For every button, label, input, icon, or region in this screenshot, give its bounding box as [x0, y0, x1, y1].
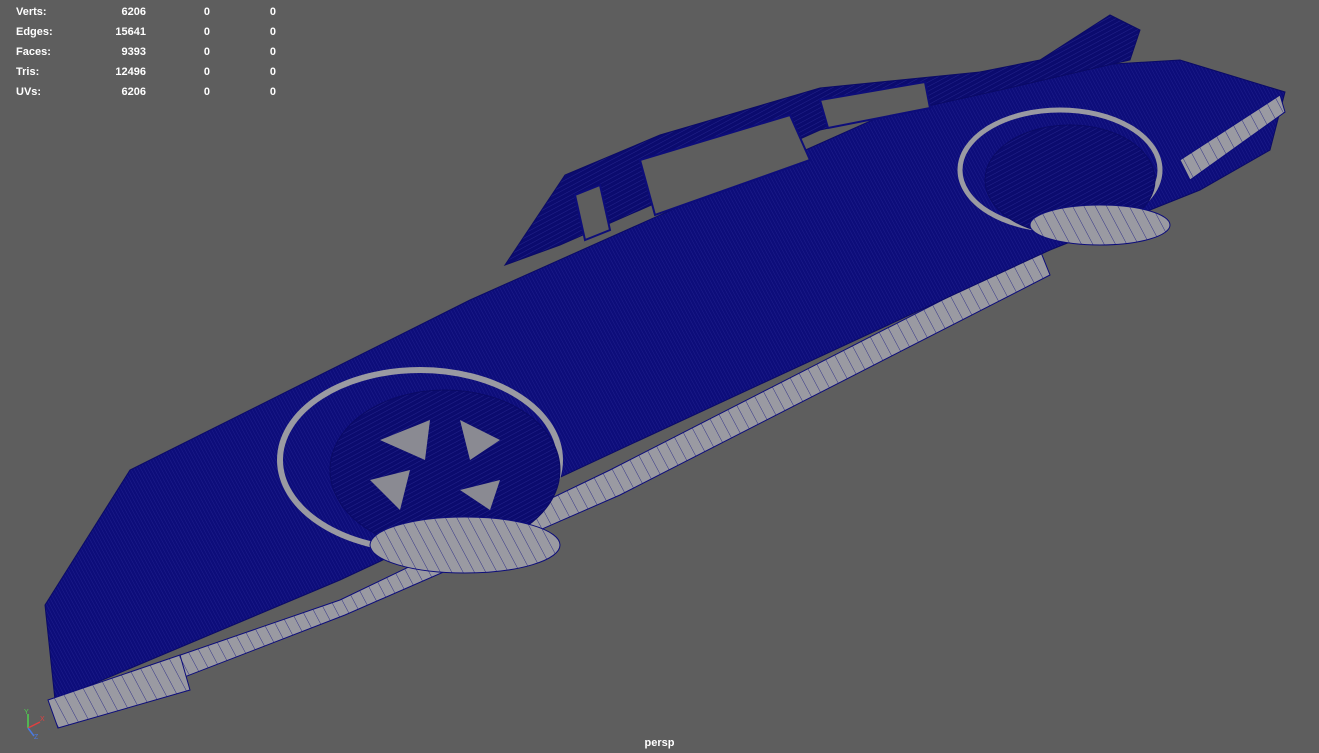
hud-row-uvs: UVs: 6206 0 0 — [16, 82, 276, 102]
hud-label: Verts: — [16, 6, 47, 18]
hud-label: Faces: — [16, 46, 51, 58]
hud-value: 0 — [203, 6, 210, 18]
hud-value: 0 — [269, 46, 276, 58]
hud-row-verts: Verts: 6206 0 0 — [16, 2, 276, 22]
hud-value: 15641 — [115, 26, 146, 38]
hud-value: 0 — [203, 26, 210, 38]
hud-label: UVs: — [16, 86, 42, 98]
perspective-viewport[interactable]: Verts: 6206 0 0 Edges: 15641 0 0 Faces: … — [0, 0, 1319, 753]
hud-value: 0 — [203, 66, 210, 78]
hud-value: 0 — [269, 26, 276, 38]
hud-row-tris: Tris: 12496 0 0 — [16, 62, 276, 82]
front-tire-bottom — [369, 516, 561, 574]
hud-value: 0 — [269, 86, 276, 98]
axis-y-label: Y — [24, 709, 29, 716]
hud-value: 9393 — [121, 46, 146, 58]
camera-name-label: persp — [644, 737, 675, 749]
hud-row-edges: Edges: 15641 0 0 — [16, 22, 276, 42]
hud-value: 0 — [203, 46, 210, 58]
axis-x-label: X — [40, 716, 45, 723]
hud-label: Tris: — [16, 66, 40, 78]
hud-value: 6206 — [121, 6, 146, 18]
car-wireframe-model[interactable] — [0, 0, 1319, 753]
axis-gizmo-icon: Y X Z — [24, 709, 45, 740]
hud-value: 12496 — [115, 66, 146, 78]
hud-label: Edges: — [16, 26, 53, 38]
hud-value: 0 — [269, 66, 276, 78]
hud-value: 6206 — [121, 86, 146, 98]
rear-tire-bottom — [1029, 204, 1171, 246]
hud-value: 0 — [269, 6, 276, 18]
hud-value: 0 — [203, 86, 210, 98]
hud-row-faces: Faces: 9393 0 0 — [16, 42, 276, 62]
poly-count-hud: Verts: 6206 0 0 Edges: 15641 0 0 Faces: … — [16, 2, 276, 102]
